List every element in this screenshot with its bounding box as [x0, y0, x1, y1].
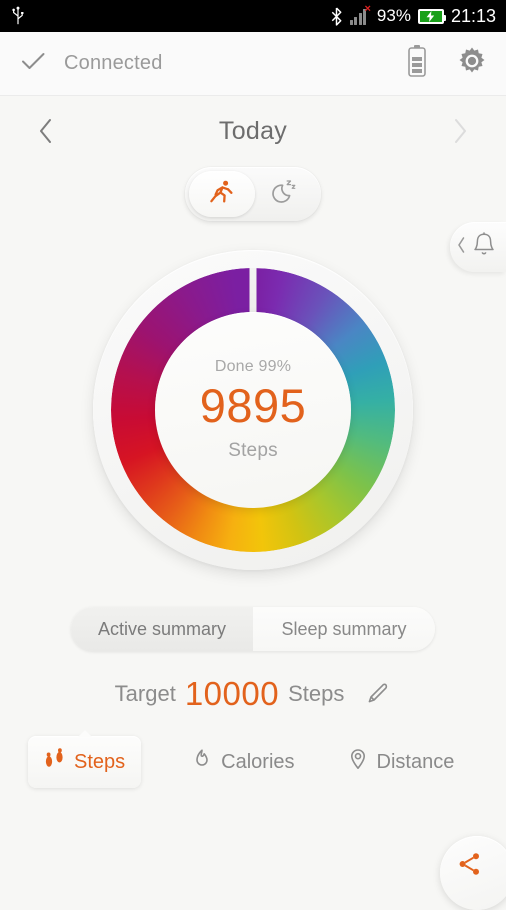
metric-tab-distance[interactable]: Distance — [345, 737, 457, 787]
tab-active-summary[interactable]: Active summary — [71, 607, 253, 651]
share-icon — [457, 851, 483, 882]
chevron-left-icon[interactable] — [26, 111, 66, 151]
progress-ring[interactable]: Done 99% 9895 Steps — [93, 250, 413, 570]
location-pin-icon — [347, 747, 369, 777]
connection-status-label: Connected — [64, 52, 163, 74]
app-bar: Connected — [0, 32, 506, 96]
moon-sleep-icon — [271, 178, 299, 211]
progress-done-label: Done 99% — [214, 358, 292, 375]
status-bar-right: × 93% 21:13 — [330, 3, 496, 27]
target-value: 10000 — [184, 675, 280, 712]
progress-ring-center: Done 99% 9895 Steps — [155, 312, 351, 508]
signal-error-icon: × — [364, 3, 371, 15]
metric-tab-calories[interactable]: Calories — [189, 737, 296, 787]
status-bar-left — [10, 6, 26, 26]
step-count-unit: Steps — [228, 440, 278, 461]
target-row: Target 10000 Steps — [0, 677, 506, 710]
mode-option-sleep[interactable] — [253, 171, 317, 217]
flame-icon — [191, 747, 213, 777]
status-bar: × 93% 21:13 — [0, 0, 506, 32]
summary-tabs-container: Active summary Sleep summary — [0, 607, 506, 651]
metric-tab-distance-label: Distance — [376, 750, 455, 773]
progress-ring-gap — [249, 268, 257, 318]
target-unit-label: Steps — [288, 680, 345, 706]
battery-charging-icon — [417, 8, 446, 24]
page-title: Today — [218, 116, 288, 145]
tab-sleep-summary[interactable]: Sleep summary — [253, 607, 435, 651]
running-person-icon — [207, 178, 235, 211]
metric-tab-steps-label: Steps — [74, 750, 126, 773]
gear-icon[interactable] — [456, 45, 488, 82]
status-bar-clock: 21:13 — [450, 5, 496, 26]
metric-tabs: Steps Calories Distance — [0, 736, 506, 788]
date-navigation: Today — [0, 101, 506, 161]
pencil-icon[interactable] — [363, 680, 391, 708]
app-bar-actions — [406, 44, 488, 83]
mode-option-activity[interactable] — [189, 171, 253, 217]
device-battery-icon[interactable] — [406, 44, 428, 83]
chevron-right-icon[interactable] — [440, 111, 480, 151]
footprints-icon — [44, 747, 66, 777]
usb-icon — [10, 6, 26, 26]
target-prefix-label: Target — [114, 680, 176, 706]
bluetooth-icon — [330, 7, 343, 26]
progress-ring-area: Done 99% 9895 Steps — [0, 235, 506, 585]
signal-bars-icon: × — [349, 3, 371, 25]
summary-tabs: Active summary Sleep summary — [71, 607, 435, 651]
step-count-value: 9895 — [199, 379, 307, 432]
mode-toggle[interactable] — [185, 167, 321, 221]
mode-toggle-container — [0, 167, 506, 221]
metric-tab-calories-label: Calories — [221, 750, 295, 773]
battery-percent-label: 93% — [376, 6, 411, 25]
share-fab[interactable] — [440, 836, 506, 910]
check-icon — [18, 46, 64, 81]
metric-tab-steps[interactable]: Steps — [28, 736, 142, 788]
